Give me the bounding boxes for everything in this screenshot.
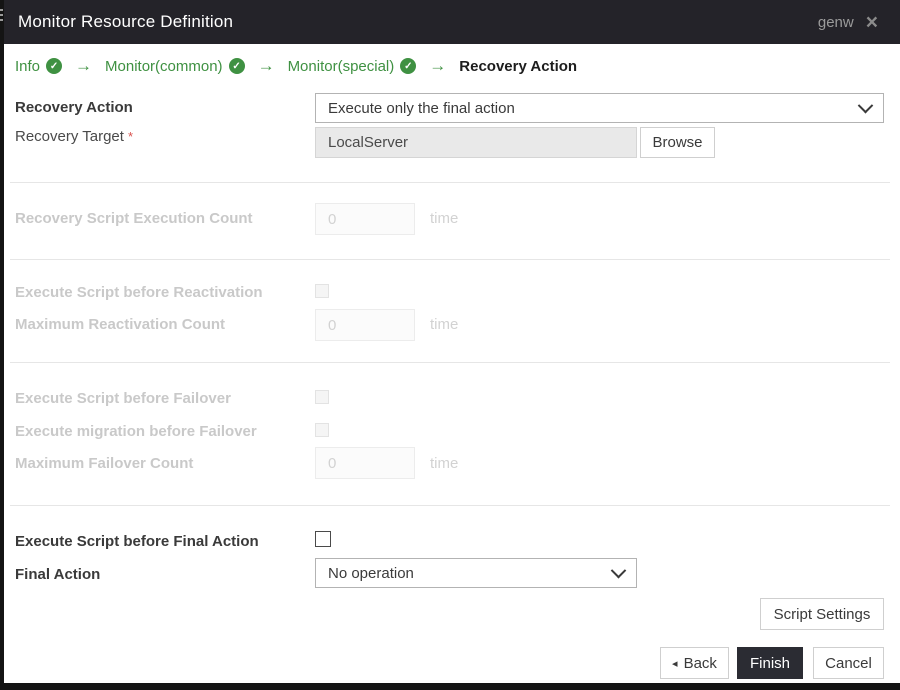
recovery-target-label: Recovery Target * (15, 128, 133, 145)
arrow-right-icon: → (75, 56, 93, 75)
recovery-script-execution-count-input: 0 (315, 203, 415, 235)
arrow-right-icon: → (257, 56, 275, 75)
maximum-reactivation-count-label: Maximum Reactivation Count (15, 316, 226, 333)
execute-script-before-final-action-label: Execute Script before Final Action (15, 533, 259, 550)
background-menu-icon (0, 9, 3, 11)
maximum-failover-count-unit: time (430, 455, 459, 472)
section-divider (10, 182, 890, 183)
maximum-reactivation-count-unit: time (430, 316, 459, 333)
back-triangle-icon: ◂ (672, 657, 678, 670)
script-settings-button[interactable]: Script Settings (760, 598, 884, 630)
resource-type-badge: genw (817, 13, 854, 31)
execute-script-before-failover-checkbox (315, 390, 329, 404)
back-button[interactable]: ◂ Back (660, 647, 729, 679)
final-action-label: Final Action (15, 566, 101, 583)
dialog-title: Monitor Resource Definition (18, 12, 234, 31)
wizard-step-recovery-action: Recovery Action (459, 57, 578, 75)
recovery-action-label: Recovery Action (15, 99, 133, 116)
monitor-resource-definition-dialog: Monitor Resource Definition genw × Info … (4, 0, 900, 683)
recovery-script-execution-count-unit: time (430, 210, 459, 227)
chevron-down-icon (610, 562, 627, 578)
wizard-step-monitor-common[interactable]: Monitor(common) (105, 58, 223, 75)
arrow-right-icon: → (429, 56, 447, 75)
maximum-failover-count-label: Maximum Failover Count (15, 455, 194, 472)
final-action-selected-value: No operation (328, 564, 414, 582)
execute-script-before-final-action-checkbox[interactable] (315, 531, 331, 547)
finish-button[interactable]: Finish (737, 647, 803, 679)
execute-script-before-reactivation-label: Execute Script before Reactivation (15, 284, 263, 301)
section-divider (10, 362, 890, 363)
background-menu-icon (0, 14, 3, 16)
section-divider (10, 505, 890, 506)
wizard-step-monitor-special[interactable]: Monitor(special) (288, 58, 395, 75)
wizard-step-info[interactable]: Info (15, 58, 40, 75)
maximum-failover-count-input: 0 (315, 447, 415, 479)
execute-migration-before-failover-checkbox (315, 423, 329, 437)
browse-button[interactable]: Browse (640, 127, 715, 158)
section-divider (10, 259, 890, 260)
background-menu-icon (0, 19, 3, 21)
wizard-breadcrumb: Info ✓ → Monitor(common) ✓ → Monitor(spe… (15, 56, 577, 76)
back-button-label: Back (683, 654, 717, 672)
chevron-down-icon (857, 97, 874, 113)
dialog-titlebar: Monitor Resource Definition genw × (4, 0, 900, 44)
check-circle-icon: ✓ (46, 58, 63, 74)
final-action-select[interactable]: No operation (315, 558, 637, 588)
required-asterisk: * (127, 129, 134, 144)
recovery-target-field: LocalServer (315, 127, 637, 158)
check-circle-icon: ✓ (400, 58, 417, 74)
cancel-button[interactable]: Cancel (813, 647, 884, 679)
execute-script-before-failover-label: Execute Script before Failover (15, 390, 231, 407)
close-icon[interactable]: × (866, 12, 878, 33)
check-circle-icon: ✓ (228, 58, 245, 74)
execute-migration-before-failover-label: Execute migration before Failover (15, 423, 257, 440)
recovery-action-select[interactable]: Execute only the final action (315, 93, 884, 123)
execute-script-before-reactivation-checkbox (315, 284, 329, 298)
titlebar-right: genw × (818, 12, 878, 33)
maximum-reactivation-count-input: 0 (315, 309, 415, 341)
recovery-target-label-text: Recovery Target (15, 128, 124, 145)
recovery-action-selected-value: Execute only the final action (328, 99, 515, 117)
recovery-script-execution-count-label: Recovery Script Execution Count (15, 210, 253, 227)
